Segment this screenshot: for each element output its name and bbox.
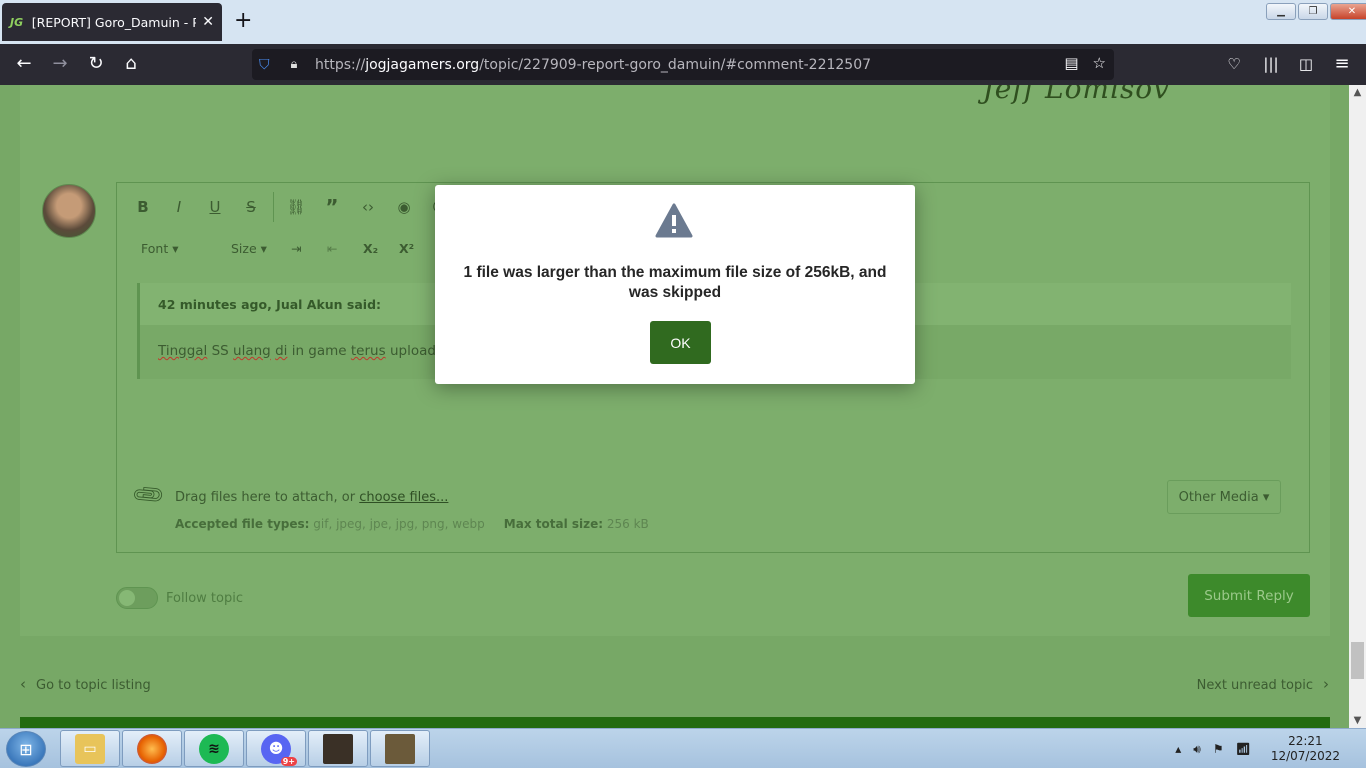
tab-close-icon[interactable]: ✕ — [202, 14, 214, 30]
link-icon[interactable]: ⛓ — [278, 198, 314, 216]
dialog-message: 1 file was larger than the maximum file … — [463, 264, 887, 301]
tracking-shield-icon[interactable]: ⛉ — [259, 57, 281, 73]
size-dropdown[interactable]: Size ▾ — [231, 241, 291, 256]
other-media-button[interactable]: Other Media ▾ — [1167, 480, 1281, 514]
game-app-icon — [385, 733, 415, 764]
reader-view-icon[interactable]: ▤ — [1064, 54, 1078, 72]
underline-icon[interactable]: U — [197, 198, 233, 216]
ok-button[interactable]: OK — [650, 321, 711, 364]
tray-expand-icon[interactable]: ▴ — [1175, 742, 1181, 756]
toolbar-divider — [273, 192, 274, 222]
volume-icon[interactable]: 🔊︎ — [1193, 742, 1201, 757]
superscript-icon[interactable]: X² — [399, 241, 435, 256]
accepted-file-types: Accepted file types: gif, jpeg, jpe, jpg… — [175, 517, 649, 531]
preview-eye-icon[interactable]: ◉ — [386, 198, 422, 216]
window-close-button[interactable]: ✕ — [1330, 3, 1366, 20]
quote-word: Tinggal — [158, 343, 208, 359]
page-content: Jeff Lomisov B I U S ⛓ ” ‹› ◉ ☺ Font ▾ S… — [0, 85, 1349, 728]
code-icon[interactable]: ‹› — [350, 198, 386, 216]
firefox-icon — [137, 733, 167, 764]
sidebar-icon[interactable]: ◫ — [1293, 53, 1319, 75]
quote-body: Tinggal SS ulang di in game terus upload… — [158, 343, 472, 359]
italic-icon[interactable]: I — [161, 198, 197, 216]
scroll-down-icon[interactable]: ▼ — [1349, 715, 1366, 726]
quote-word: terus — [350, 343, 386, 359]
footer-strip — [20, 717, 1330, 728]
follow-topic-toggle[interactable]: Follow topic — [116, 587, 243, 609]
quote-word: upload — [389, 343, 436, 359]
forward-arrow-icon[interactable]: → — [47, 53, 73, 75]
folder-icon: ▭ — [75, 733, 105, 764]
quote-word: in game — [291, 343, 347, 359]
network-signal-icon[interactable]: 📶︎ — [1236, 742, 1251, 756]
toggle-switch[interactable] — [116, 587, 158, 609]
site-favicon-icon: JG — [10, 15, 24, 29]
browser-tab[interactable]: JG [REPORT] Goro_Damuin - Playe ✕ — [2, 3, 222, 41]
windows-taskbar: ⊞ ▭ ≋ ☻ 9+ ▴ 🔊︎ ⚑ 📶︎ 22:21 12/07/2022 — [0, 728, 1366, 768]
quote-word: SS — [211, 343, 229, 359]
new-tab-icon[interactable]: + — [234, 10, 252, 32]
attach-instructions: Drag files here to attach, or choose fil… — [175, 490, 449, 505]
editor-format-toolbar: Font ▾ Size ▾ ⇥ ⇤ X₂ X² — [117, 231, 435, 265]
back-arrow-icon[interactable]: ← — [11, 53, 37, 75]
start-button[interactable]: ⊞ — [6, 731, 46, 767]
taskbar-explorer[interactable]: ▭ — [60, 730, 120, 767]
tab-title: [REPORT] Goro_Damuin - Playe — [31, 14, 197, 30]
address-bar[interactable]: ⛉ 🔒︎ https://jogjagamers.org/topic/22790… — [252, 49, 1114, 80]
home-icon[interactable]: ⌂ — [118, 53, 144, 75]
chevron-left-icon: ‹ — [20, 675, 26, 693]
outdent-icon[interactable]: ⇤ — [327, 241, 363, 256]
chevron-right-icon: › — [1323, 675, 1329, 693]
discord-icon: ☻ 9+ — [261, 733, 297, 766]
spotify-icon: ≋ — [199, 733, 229, 764]
taskbar-game-2[interactable] — [370, 730, 430, 767]
url-text: https://jogjagamers.org/topic/227909-rep… — [315, 56, 872, 73]
restore-button[interactable]: ❐ — [1298, 3, 1328, 20]
clock[interactable]: 22:21 12/07/2022 — [1271, 734, 1340, 764]
quote-icon[interactable]: ” — [314, 195, 350, 219]
quote-word: di — [275, 343, 288, 359]
taskbar-firefox[interactable] — [122, 730, 182, 767]
attachment-area[interactable]: 📎︎ Drag files here to attach, or choose … — [130, 477, 1285, 543]
taskbar-spotify[interactable]: ≋ — [184, 730, 244, 767]
next-unread-topic-link[interactable]: Next unread topic › — [1197, 675, 1329, 693]
menu-hamburger-icon[interactable]: ≡ — [1329, 53, 1355, 75]
bookmark-star-icon[interactable]: ☆ — [1093, 54, 1106, 72]
font-dropdown[interactable]: Font ▾ — [141, 241, 231, 256]
browser-nav-bar: ← → ↻ ⌂ ⛉ 🔒︎ https://jogjagamers.org/top… — [0, 44, 1366, 85]
bold-icon[interactable]: B — [125, 198, 161, 216]
taskbar-game-1[interactable] — [308, 730, 368, 767]
warning-icon — [655, 203, 693, 238]
notification-badge: 9+ — [280, 756, 297, 766]
paperclip-icon: 📎︎ — [130, 476, 168, 515]
post-signature: Jeff Lomisov — [982, 85, 1170, 105]
action-center-flag-icon[interactable]: ⚑ — [1213, 742, 1224, 756]
avatar[interactable] — [42, 184, 96, 238]
follow-topic-label: Follow topic — [166, 590, 243, 606]
indent-icon[interactable]: ⇥ — [291, 241, 327, 256]
pocket-icon[interactable]: ♡ — [1221, 53, 1247, 75]
lock-icon[interactable]: 🔒︎ — [281, 57, 307, 72]
quote-word: ulang — [233, 343, 271, 359]
browser-tab-bar: JG [REPORT] Goro_Damuin - Playe ✕ + ▁ ❐ … — [0, 0, 1366, 44]
strikethrough-icon[interactable]: S — [233, 198, 269, 216]
minimize-button[interactable]: ▁ — [1266, 3, 1296, 20]
game-app-icon — [323, 733, 353, 764]
choose-files-link[interactable]: choose files... — [359, 490, 448, 505]
subscript-icon[interactable]: X₂ — [363, 241, 399, 256]
taskbar-discord[interactable]: ☻ 9+ — [246, 730, 306, 767]
scroll-thumb[interactable] — [1351, 642, 1364, 679]
editor-toolbar: B I U S ⛓ ” ‹› ◉ ☺ — [117, 183, 458, 231]
library-icon[interactable]: ||| — [1258, 53, 1284, 75]
system-tray: ▴ 🔊︎ ⚑ 📶︎ 22:21 12/07/2022 — [1169, 729, 1366, 768]
clock-date: 12/07/2022 — [1270, 749, 1340, 763]
page-scrollbar[interactable]: ▲ ▼ — [1349, 85, 1366, 728]
window-controls: ▁ ❐ ✕ — [1266, 3, 1366, 20]
go-to-topic-listing-link[interactable]: ‹ Go to topic listing — [20, 675, 151, 693]
clock-time: 22:21 — [1288, 734, 1323, 748]
scroll-up-icon[interactable]: ▲ — [1349, 87, 1366, 98]
reload-icon[interactable]: ↻ — [83, 53, 109, 75]
submit-reply-button[interactable]: Submit Reply — [1188, 574, 1310, 617]
file-size-error-dialog: 1 file was larger than the maximum file … — [435, 185, 915, 384]
